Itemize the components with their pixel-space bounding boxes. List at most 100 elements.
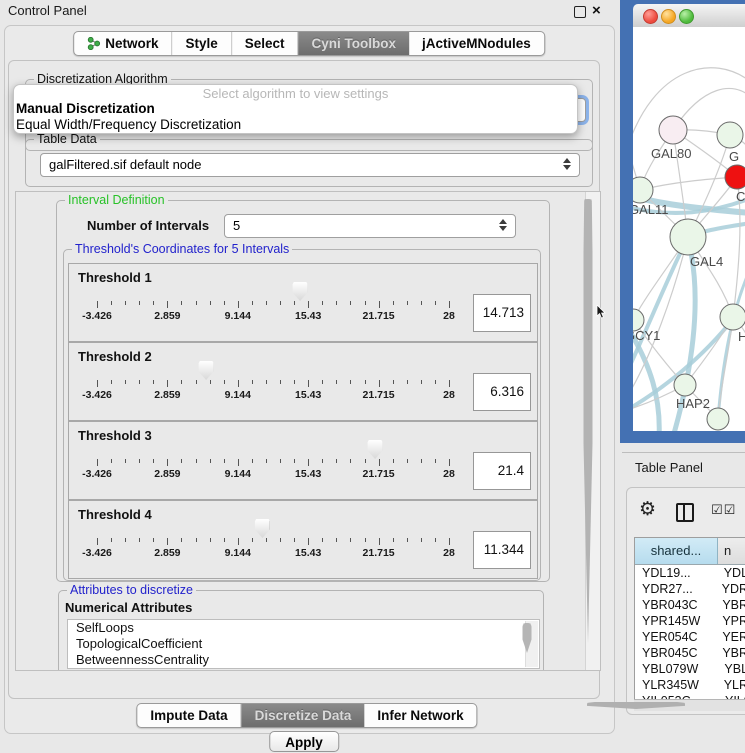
network-node[interactable]: [707, 408, 729, 430]
apply-button[interactable]: Apply: [269, 731, 339, 752]
tab-cyni-toolbox[interactable]: Cyni Toolbox: [299, 32, 410, 55]
table-row[interactable]: YBR045CYBR0: [635, 645, 745, 661]
cell-shared-name[interactable]: YBR043C: [635, 597, 715, 613]
cell-shared-name[interactable]: YDR27...: [635, 581, 715, 597]
slider-thumb[interactable]: [368, 440, 383, 459]
attribute-list-item[interactable]: SelfLoops: [68, 620, 539, 636]
network-node[interactable]: [674, 374, 696, 396]
dropdown-option-equal-width[interactable]: Equal Width/Frequency Discretization: [14, 117, 577, 133]
num-intervals-spinner[interactable]: 5: [224, 214, 516, 238]
node-label: GAL4: [690, 254, 723, 269]
cell-shared-name[interactable]: YBL079W: [635, 661, 717, 677]
slider-tick: [308, 301, 309, 308]
threshold-value-field[interactable]: 11.344: [473, 531, 531, 569]
cyni-toolbox-panel: Discretization Algorithm Table Data galF…: [8, 60, 600, 699]
cyni-mode-tabs: Impute Data Discretize Data Infer Networ…: [136, 703, 477, 728]
settings-vertical-scrollbar[interactable]: [585, 192, 600, 670]
node-label: HAP2: [676, 396, 710, 411]
slider-tick: [97, 459, 98, 466]
gear-icon[interactable]: ⚙: [639, 500, 656, 520]
threshold-slider[interactable]: -3.4262.8599.14415.4321.71528: [97, 264, 449, 341]
slider-tick: [196, 459, 197, 463]
cell-name[interactable]: YBR0: [715, 645, 745, 661]
slider-tick: [449, 301, 450, 308]
tab-discretize-data[interactable]: Discretize Data: [242, 704, 365, 727]
threshold-value-field[interactable]: 21.4: [473, 452, 531, 490]
zoom-traffic-light-icon[interactable]: [679, 9, 694, 24]
slider-tick-label: 21.715: [363, 310, 395, 322]
slider-thumb[interactable]: [293, 282, 308, 301]
cell-name[interactable]: YBR0: [715, 597, 745, 613]
table-row[interactable]: YBR043CYBR0: [635, 597, 745, 613]
slider-tick: [266, 380, 267, 384]
cell-name[interactable]: YLR3: [717, 677, 745, 693]
node-attribute-table[interactable]: shared... n YDL19...YDL1YDR27...YDR2YBR0…: [634, 537, 745, 700]
tab-infer-network[interactable]: Infer Network: [364, 704, 476, 727]
close-traffic-light-icon[interactable]: [643, 9, 658, 24]
cell-name[interactable]: YER0: [715, 629, 745, 645]
table-data-select[interactable]: galFiltered.sif default node: [40, 153, 580, 177]
tab-network[interactable]: Network: [74, 32, 172, 55]
slider-tick: [111, 380, 112, 384]
column-header-shared-name[interactable]: shared...: [635, 538, 718, 564]
slider-tick: [224, 538, 225, 542]
network-window-titlebar[interactable]: [633, 4, 745, 28]
interval-definition-group: Interval Definition Number of Intervals …: [56, 200, 550, 582]
select-columns-checkboxes-icon[interactable]: ☑☑: [711, 502, 736, 518]
attributes-list-scrollbar[interactable]: [525, 621, 538, 667]
slider-thumb[interactable]: [199, 361, 214, 380]
threshold-value-field[interactable]: 14.713: [473, 294, 531, 332]
float-window-icon[interactable]: [574, 6, 586, 18]
group-title: Threshold's Coordinates for 5 Intervals: [72, 242, 292, 256]
threshold-value-field[interactable]: 6.316: [473, 373, 531, 411]
tab-select[interactable]: Select: [232, 32, 299, 55]
cell-shared-name[interactable]: YLR345W: [635, 677, 717, 693]
table-horizontal-scrollbar[interactable]: [634, 699, 745, 711]
cell-name[interactable]: YDR2: [715, 581, 745, 597]
slider-tick-label: 2.859: [154, 547, 180, 559]
table-row[interactable]: YDR27...YDR2: [635, 581, 745, 597]
close-icon[interactable]: ×: [592, 0, 601, 22]
network-node[interactable]: [725, 165, 745, 189]
attributes-list[interactable]: SelfLoopsTopologicalCoefficientBetweenne…: [67, 619, 540, 669]
slider-tick: [336, 459, 337, 463]
cell-name[interactable]: YBL0: [717, 661, 745, 677]
scrollbar-thumb[interactable]: [584, 199, 593, 643]
minimize-traffic-light-icon[interactable]: [661, 9, 676, 24]
tab-style[interactable]: Style: [172, 32, 231, 55]
slider-tick: [379, 538, 380, 545]
cell-name[interactable]: YDL1: [717, 565, 745, 581]
slider-tick: [350, 380, 351, 384]
threshold-slider[interactable]: -3.4262.8599.14415.4321.71528: [97, 343, 449, 420]
network-node[interactable]: [720, 304, 745, 330]
threshold-slider[interactable]: -3.4262.8599.14415.4321.71528: [97, 422, 449, 499]
dropdown-option-manual[interactable]: Manual Discretization: [14, 101, 577, 117]
network-node[interactable]: [670, 219, 706, 255]
network-canvas[interactable]: GAL80GCGAL11GAL4GCY1HHAP2: [633, 27, 745, 431]
tab-jactivemnodules[interactable]: jActiveMNodules: [409, 32, 544, 55]
slider-tick-label: -3.426: [82, 310, 112, 322]
cell-shared-name[interactable]: YBR045C: [635, 645, 715, 661]
attribute-list-item[interactable]: BetweennessCentrality: [68, 652, 539, 668]
slider-tick: [266, 538, 267, 542]
column-header-name[interactable]: n: [718, 538, 745, 564]
cell-shared-name[interactable]: YER054C: [635, 629, 715, 645]
attribute-list-item[interactable]: TopologicalCoefficient: [68, 636, 539, 652]
network-node[interactable]: [717, 122, 743, 148]
cell-shared-name[interactable]: YDL19...: [635, 565, 717, 581]
network-node[interactable]: [659, 116, 687, 144]
slider-tick: [350, 301, 351, 305]
columns-icon[interactable]: [676, 503, 694, 522]
table-row[interactable]: YER054CYER0: [635, 629, 745, 645]
cell-shared-name[interactable]: YPR145W: [635, 613, 715, 629]
slider-tick: [294, 538, 295, 542]
slider-thumb[interactable]: [255, 519, 270, 538]
table-row[interactable]: YPR145WYPR1: [635, 613, 745, 629]
table-row[interactable]: YLR345WYLR3: [635, 677, 745, 693]
table-row[interactable]: YBL079WYBL0: [635, 661, 745, 677]
threshold-slider[interactable]: -3.4262.8599.14415.4321.71528: [97, 501, 449, 578]
cell-name[interactable]: YPR1: [715, 613, 745, 629]
tab-impute-data[interactable]: Impute Data: [137, 704, 241, 727]
slider-tick: [336, 538, 337, 542]
table-row[interactable]: YDL19...YDL1: [635, 565, 745, 581]
